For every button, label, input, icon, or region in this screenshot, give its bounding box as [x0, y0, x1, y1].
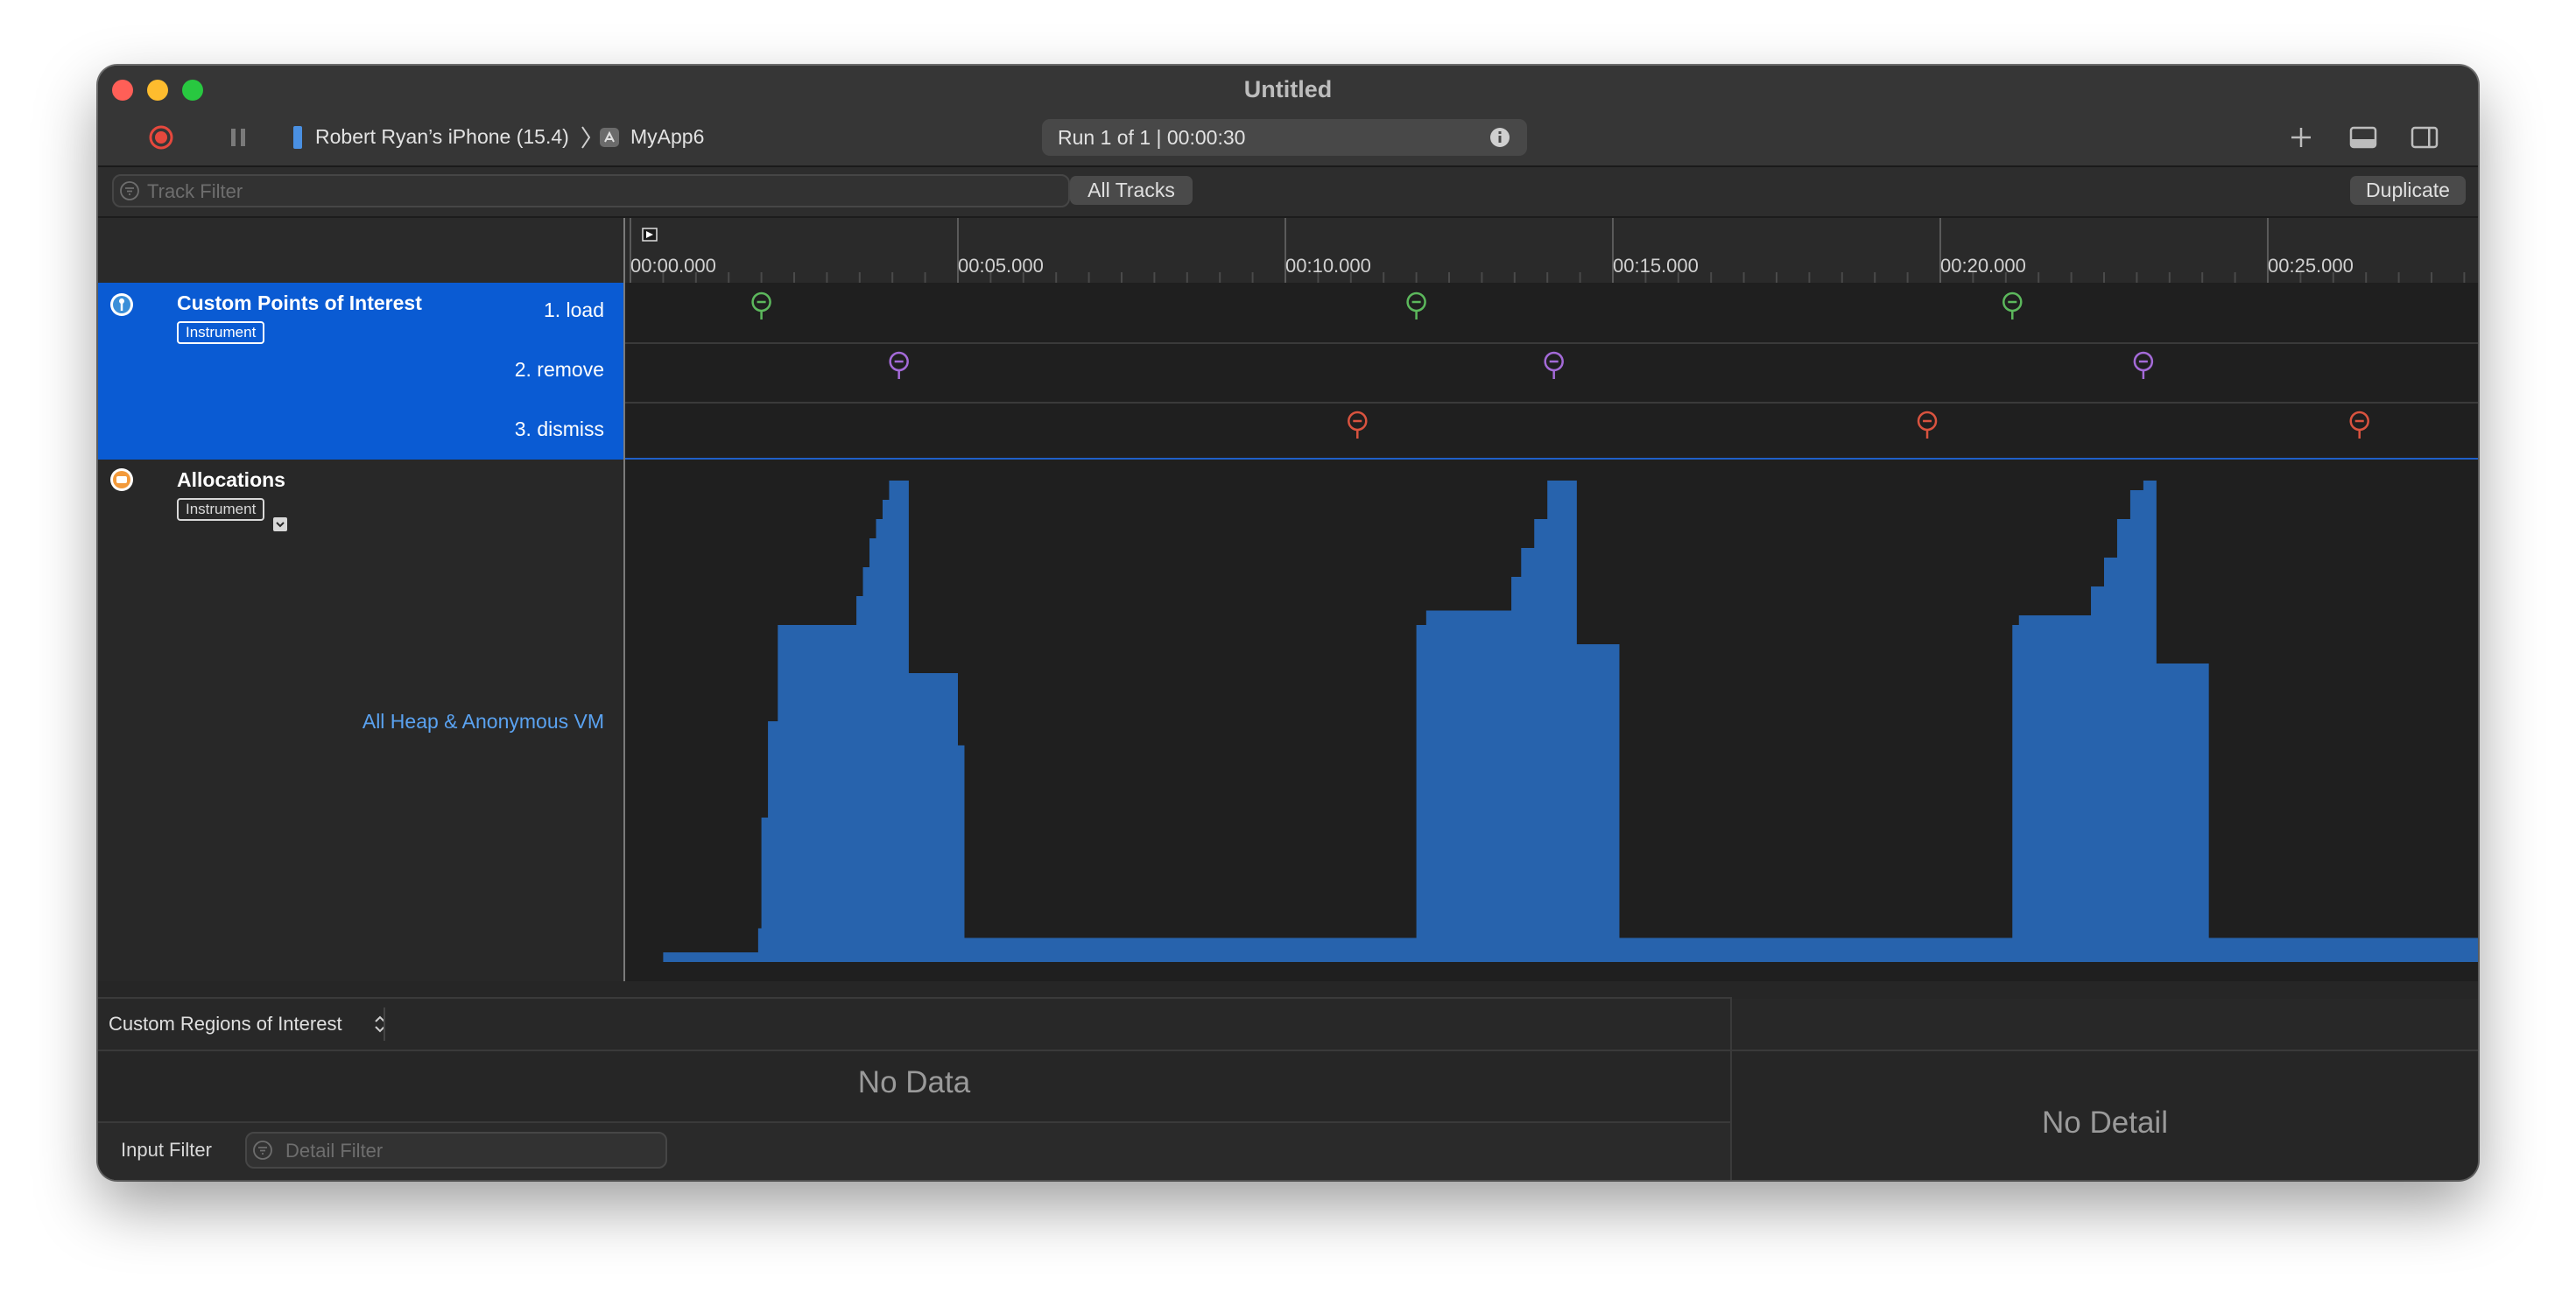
chevron-down-icon[interactable]	[273, 517, 287, 531]
allocations-icon	[110, 468, 133, 491]
filter-bar: Track Filter All Tracks Duplicate	[98, 167, 2478, 218]
poi-event-marker	[1544, 351, 1564, 379]
poi-event-marker	[2002, 291, 2023, 319]
poi-event-marker	[1917, 411, 1938, 439]
lane-divider	[625, 342, 2478, 344]
all-tracks-button[interactable]: All Tracks	[1070, 176, 1193, 205]
poi-lanes[interactable]	[625, 283, 2478, 460]
filter-icon	[253, 1141, 272, 1160]
poi-event-marker	[751, 291, 771, 319]
input-filter-label: Input Filter	[121, 1139, 212, 1161]
pause-icon	[231, 129, 245, 146]
no-detail-message: No Detail	[2042, 1106, 2168, 1140]
filter-icon	[120, 181, 139, 200]
info-icon[interactable]	[1489, 126, 1511, 149]
tick-label: 00:05.000	[958, 255, 1044, 277]
lane-label-remove: 2. remove	[514, 358, 604, 381]
record-button[interactable]	[147, 123, 175, 151]
divider	[384, 1008, 385, 1041]
poi-event-marker	[1348, 411, 1368, 439]
allocations-track-header[interactable]: Allocations Instrument All Heap & Anonym…	[98, 460, 623, 981]
chevron-right-icon	[581, 126, 591, 149]
extended-detail-header	[1732, 999, 2478, 1051]
title-bar: Untitled Robert Ryan’s iPhone (15.4) MyA…	[98, 66, 2478, 167]
regions-header: Custom Regions of Interest	[98, 999, 1730, 1051]
regions-selector[interactable]: Custom Regions of Interest	[109, 1011, 392, 1037]
device-name: Robert Ryan’s iPhone (15.4)	[315, 125, 569, 148]
tick-label: 00:10.000	[1285, 255, 1371, 277]
tick-label: 00:00.000	[630, 255, 716, 277]
allocations-track-name: Allocations	[177, 468, 285, 491]
track-filter-input[interactable]: Track Filter	[112, 174, 1070, 207]
allocations-instrument-badge: Instrument	[177, 498, 265, 521]
pause-button[interactable]	[224, 123, 252, 151]
tick-label: 00:15.000	[1613, 255, 1699, 277]
duplicate-button[interactable]: Duplicate	[2350, 176, 2466, 205]
tick-label: 00:25.000	[2268, 255, 2354, 277]
detail-filter-input[interactable]: Detail Filter	[245, 1132, 667, 1169]
points-of-interest-icon	[110, 293, 133, 316]
app-icon	[600, 128, 619, 147]
run-status[interactable]: Run 1 of 1 | 00:00:30	[1042, 119, 1527, 156]
timeline-ruler[interactable]: 00:00.000 00:05.000 00:10.000 00:15.000 …	[98, 218, 2478, 284]
plus-icon[interactable]	[2287, 123, 2315, 151]
poi-event-marker	[1406, 291, 1426, 319]
record-icon	[149, 125, 173, 150]
lane-label-load: 1. load	[543, 298, 604, 321]
target-selector[interactable]: Robert Ryan’s iPhone (15.4) MyApp6	[291, 122, 834, 153]
bottom-panel-icon[interactable]	[2348, 123, 2378, 151]
poi-instrument-badge: Instrument	[177, 321, 265, 344]
no-data-message: No Data	[857, 1065, 971, 1099]
run-label: Run 1 of 1 | 00:00:30	[1058, 126, 1246, 149]
playhead-flag-icon[interactable]	[641, 227, 660, 246]
allocations-area-series	[663, 481, 2478, 962]
track-header-divider[interactable]	[623, 218, 625, 981]
detail-filter-placeholder: Detail Filter	[285, 1140, 384, 1162]
app-name: MyApp6	[630, 125, 705, 148]
poi-event-marker	[889, 351, 909, 379]
poi-track-header[interactable]: Custom Points of Interest Instrument 1. …	[98, 283, 623, 460]
track-filter-placeholder: Track Filter	[147, 180, 243, 202]
poi-event-marker	[2133, 351, 2154, 379]
lane-divider	[625, 402, 2478, 404]
input-filter-bar: Input Filter Detail Filter	[98, 1121, 1730, 1180]
allocations-series-label[interactable]: All Heap & Anonymous VM	[273, 710, 604, 734]
right-panel-icon[interactable]	[2410, 123, 2439, 151]
lane-label-dismiss: 3. dismiss	[514, 418, 604, 440]
detail-area: Custom Regions of Interest No Data Input…	[98, 981, 2478, 1180]
allocations-chart	[663, 481, 2478, 962]
window-title: Untitled	[1243, 76, 1333, 102]
tick-label: 00:20.000	[1940, 255, 2026, 277]
instruments-window: Untitled Robert Ryan’s iPhone (15.4) MyA…	[98, 66, 2478, 1180]
poi-events	[751, 291, 2369, 439]
poi-event-marker	[2349, 411, 2369, 439]
iphone-icon	[293, 126, 302, 149]
regions-selector-label: Custom Regions of Interest	[109, 1013, 342, 1035]
allocations-graph[interactable]	[625, 460, 2478, 981]
